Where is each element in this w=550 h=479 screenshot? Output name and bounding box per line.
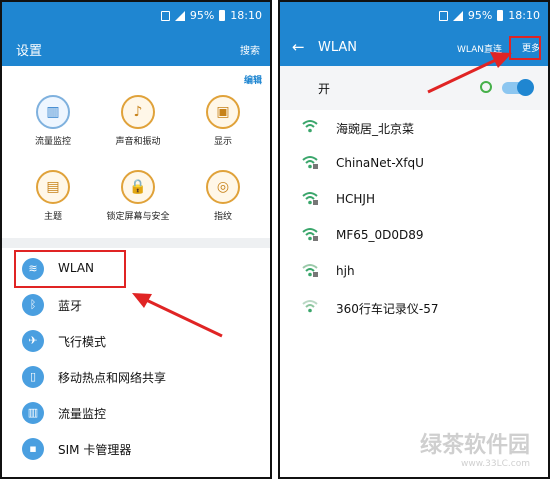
wifi-signal-icon	[302, 120, 318, 133]
list-item-label: 移动热点和网络共享	[58, 371, 167, 385]
battery-percent: 95%	[189, 9, 215, 22]
section-divider	[2, 238, 270, 248]
lock-icon: 🔒	[129, 179, 147, 195]
grid-item-theme[interactable]: ▤ 主题	[8, 170, 98, 222]
list-item-hotspot[interactable]: ▯ 移动热点和网络共享	[2, 360, 270, 394]
signal-icon	[174, 10, 185, 21]
speaker-icon: ♪	[133, 104, 143, 120]
edit-button[interactable]: 编辑	[244, 73, 262, 86]
signal-icon	[452, 10, 463, 21]
list-item-data-usage[interactable]: ▥ 流量监控	[2, 396, 270, 430]
watermark-url: www.33LC.com	[461, 459, 530, 469]
wifi-network-row[interactable]: ChinaNet-XfqU	[280, 146, 548, 182]
wlan-screen: 95% 18:10 ← WLAN WLAN直连 更多 开 海豌居_北京菜 Chi…	[278, 0, 550, 479]
wifi-lock-icon	[302, 264, 318, 277]
wifi-network-name: MF65_0D0D89	[336, 228, 424, 242]
wifi-network-name: ChinaNet-XfqU	[336, 156, 424, 170]
grid-item-fingerprint[interactable]: ◎ 指纹	[178, 170, 268, 222]
wifi-network-name: hjh	[336, 264, 355, 278]
wifi-lock-icon	[302, 228, 318, 241]
watermark-title: 绿茶软件园	[419, 433, 530, 458]
page-title: WLAN	[318, 40, 358, 55]
battery-icon	[219, 10, 226, 21]
data-usage-icon: ▥	[22, 402, 44, 424]
list-item-label: 蓝牙	[58, 299, 83, 313]
settings-app-bar: 设置 搜索	[2, 30, 270, 66]
list-item-label: 飞行模式	[58, 335, 107, 349]
clock: 18:10	[230, 9, 262, 22]
wifi-network-name: 海豌居_北京菜	[336, 122, 415, 136]
settings-screen: 95% 18:10 设置 搜索 编辑 ▥ 流量监控 ♪ 声音和振动 ▣ 显示 ▤…	[0, 0, 272, 479]
sim-icon: ▪	[22, 438, 44, 460]
hotspot-icon: ▯	[22, 366, 44, 388]
pointer-arrow	[132, 293, 223, 338]
page-title: 设置	[16, 44, 43, 59]
list-item-label: 流量监控	[58, 407, 107, 421]
wifi-network-row[interactable]: 360行车记录仪-57	[280, 290, 548, 326]
wifi-signal-icon	[302, 300, 318, 313]
wifi-network-row[interactable]: HCHJH	[280, 182, 548, 218]
battery-icon	[497, 10, 504, 21]
wifi-lock-icon	[302, 156, 318, 169]
watermark: 绿茶软件园 www.33LC.com	[420, 427, 530, 469]
wifi-lock-icon	[302, 192, 318, 205]
data-usage-icon: ▥	[46, 104, 60, 120]
grid-item-display[interactable]: ▣ 显示	[178, 95, 268, 147]
wifi-network-row[interactable]: hjh	[280, 254, 548, 290]
theme-icon: ▤	[46, 179, 60, 195]
wifi-network-row[interactable]: 海豌居_北京菜	[280, 110, 548, 146]
toggle-label: 开	[318, 82, 331, 96]
clock: 18:10	[508, 9, 540, 22]
wifi-network-row[interactable]: MF65_0D0D89	[280, 218, 548, 254]
pointer-arrow	[427, 52, 512, 94]
status-bar: 95% 18:10	[280, 2, 548, 30]
display-icon: ▣	[216, 104, 230, 120]
search-button[interactable]: 搜索	[240, 42, 260, 57]
notification-icon	[438, 10, 448, 21]
grid-label: 主题	[43, 212, 62, 222]
highlight-box-wlan	[14, 250, 126, 288]
grid-label: 显示	[213, 137, 232, 147]
list-item-label: SIM 卡管理器	[58, 443, 132, 457]
notification-icon	[160, 10, 170, 21]
back-arrow-icon[interactable]: ←	[292, 38, 305, 56]
fingerprint-icon: ◎	[216, 179, 230, 195]
grid-label: 指纹	[213, 212, 232, 222]
status-bar: 95% 18:10	[2, 2, 270, 30]
airplane-icon: ✈	[22, 330, 44, 352]
grid-label: 锁定屏幕与安全	[106, 212, 170, 222]
bluetooth-icon: ᛒ	[22, 294, 44, 316]
list-item-sim-manager[interactable]: ▪ SIM 卡管理器	[2, 432, 270, 466]
grid-label: 声音和振动	[115, 137, 161, 147]
grid-item-data-usage[interactable]: ▥ 流量监控	[8, 95, 98, 147]
battery-percent: 95%	[467, 9, 493, 22]
wifi-network-name: 360行车记录仪-57	[336, 302, 439, 316]
grid-item-lock-screen[interactable]: 🔒 锁定屏幕与安全	[93, 170, 183, 222]
grid-label: 流量监控	[34, 137, 71, 147]
grid-item-sound[interactable]: ♪ 声音和振动	[93, 95, 183, 147]
wifi-network-name: HCHJH	[336, 192, 375, 206]
